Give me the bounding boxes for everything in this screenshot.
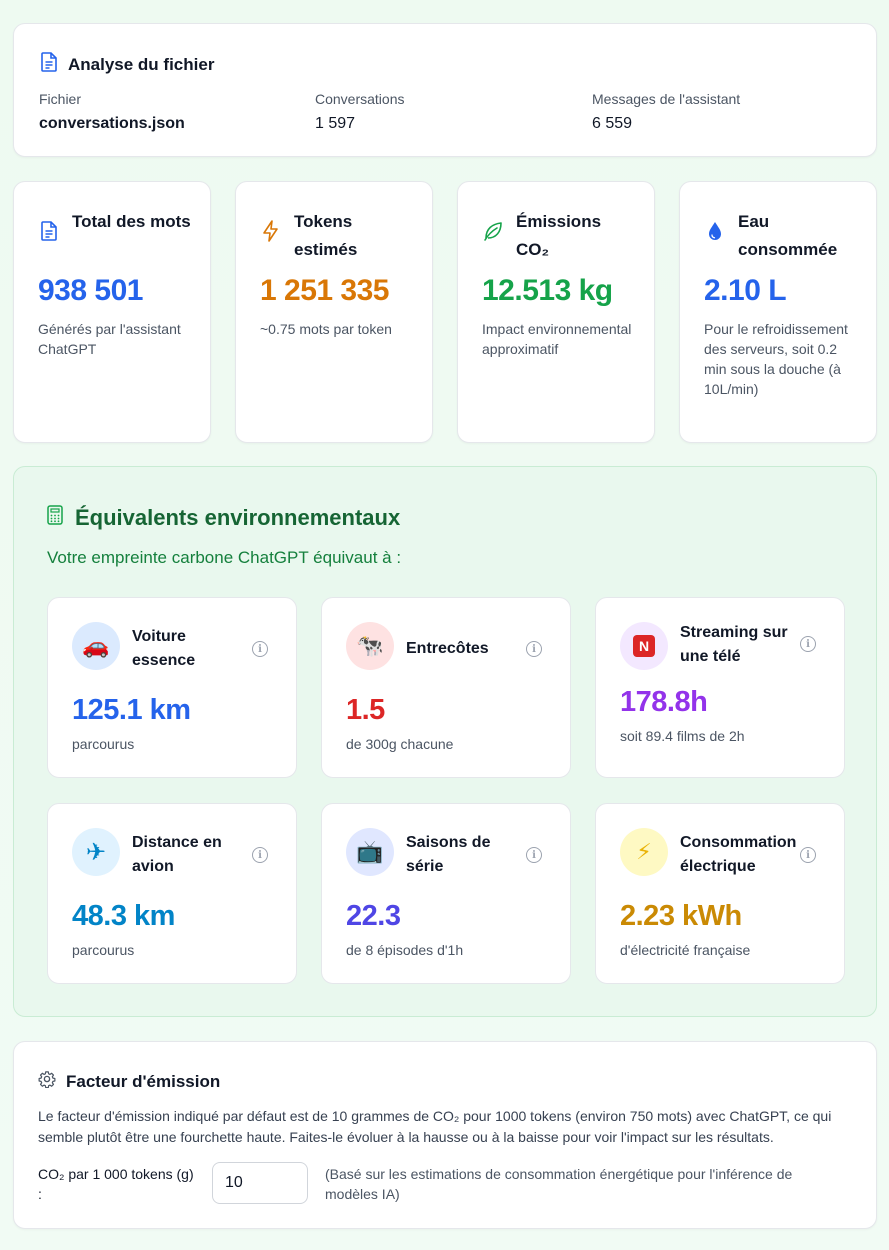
stat-desc: ~0.75 mots par token <box>260 321 392 337</box>
equivalent-label: Distance en avion <box>132 834 222 875</box>
conversations-meta: Conversations 1 597 <box>315 91 405 133</box>
stat-title: Émissions CO₂ <box>516 212 602 259</box>
stat-value: 2.10 L <box>704 274 787 307</box>
equivalent-card-series: 📺 Saisons de série i 22.3 de 8 épisodes … <box>321 803 571 984</box>
cow-icon: 🐄 <box>346 622 394 670</box>
lightning-icon: ⚡ <box>620 828 668 876</box>
messages-value: 6 559 <box>592 115 633 132</box>
equivalents-header: Équivalents environnementaux <box>47 505 400 531</box>
stat-card-water: Eau consommée 2.10 L Pour le refroidisse… <box>679 181 877 443</box>
lightning-icon <box>260 220 282 242</box>
stat-header: Eau consommée <box>704 208 858 264</box>
car-icon: 🚗 <box>72 622 120 670</box>
stat-desc: Impact environnemental approximatif <box>482 321 632 357</box>
water-drop-icon <box>704 220 726 242</box>
stat-value: 1 251 335 <box>260 274 389 307</box>
equivalent-card-car: 🚗 Voiture essence i 125.1 km parcourus <box>47 597 297 778</box>
emission-factor-description: Le facteur d'émission indiqué par défaut… <box>38 1108 832 1145</box>
info-icon[interactable]: i <box>800 636 816 652</box>
conversations-label: Conversations <box>315 91 405 107</box>
messages-label: Messages de l'assistant <box>592 91 741 107</box>
file-label: Fichier <box>39 91 82 107</box>
stat-header: Tokens estimés <box>260 208 414 264</box>
info-icon[interactable]: i <box>800 847 816 863</box>
equivalent-card-steak: 🐄 Entrecôtes i 1.5 de 300g chacune <box>321 597 571 778</box>
equivalent-value: 125.1 km <box>72 694 191 726</box>
stat-value: 938 501 <box>38 274 143 307</box>
emission-factor-title: Facteur d'émission <box>66 1071 221 1091</box>
info-icon[interactable]: i <box>526 847 542 863</box>
stat-header: Émissions CO₂ <box>482 208 636 264</box>
messages-meta: Messages de l'assistant 6 559 <box>592 91 740 133</box>
stat-title: Eau consommée <box>738 212 838 259</box>
file-analysis-card: Analyse du fichier Fichier conversations… <box>13 23 877 157</box>
emission-factor-note: (Basé sur les estimations de consommatio… <box>325 1166 793 1202</box>
stat-value: 12.513 kg <box>482 274 613 307</box>
equivalent-label: Voiture essence <box>132 628 196 669</box>
equivalent-label: Streaming sur une télé <box>680 624 788 665</box>
equivalent-value: 48.3 km <box>72 900 175 932</box>
file-meta: Fichier conversations.json <box>39 91 185 133</box>
stat-title: Total des mots <box>72 212 191 231</box>
info-icon[interactable]: i <box>252 847 268 863</box>
equivalent-label: Consommation électrique <box>680 834 797 875</box>
equivalents-panel: Équivalents environnementaux Votre empre… <box>13 466 877 1017</box>
calculator-icon <box>47 505 63 531</box>
emission-factor-card: Facteur d'émission Le facteur d'émission… <box>13 1041 877 1229</box>
conversations-value: 1 597 <box>315 115 356 132</box>
equivalent-desc: de 300g chacune <box>346 736 454 752</box>
stat-card-emissions: Émissions CO₂ 12.513 kg Impact environne… <box>457 181 655 443</box>
info-icon[interactable]: i <box>252 641 268 657</box>
equivalent-value: 178.8h <box>620 686 708 718</box>
file-analysis-title: Analyse du fichier <box>68 54 215 74</box>
stat-header: Total des mots <box>38 208 192 242</box>
equivalent-desc: d'électricité française <box>620 942 751 958</box>
info-icon[interactable]: i <box>526 641 542 657</box>
stat-desc: Générés par l'assistant ChatGPT <box>38 321 181 357</box>
gear-icon <box>38 1070 56 1093</box>
equivalent-card-streaming: N Streaming sur une télé i 178.8h soit 8… <box>595 597 845 778</box>
equivalent-value: 22.3 <box>346 900 401 932</box>
equivalent-card-electricity: ⚡ Consommation électrique i 2.23 kWh d'é… <box>595 803 845 984</box>
equivalent-label: Entrecôtes <box>406 640 489 657</box>
co2-per-tokens-label: CO₂ par 1 000 tokens (g) : <box>38 1166 194 1202</box>
stat-card-words: Total des mots 938 501 Générés par l'ass… <box>13 181 211 443</box>
airplane-icon: ✈ <box>72 828 120 876</box>
television-icon: 📺 <box>346 828 394 876</box>
equivalent-label: Saisons de série <box>406 834 491 875</box>
equivalent-value: 2.23 kWh <box>620 900 742 932</box>
equivalents-title: Équivalents environnementaux <box>75 505 401 530</box>
equivalents-subtitle: Votre empreinte carbone ChatGPT équivaut… <box>47 548 402 567</box>
file-analysis-header: Analyse du fichier <box>40 52 214 77</box>
equivalent-card-plane: ✈ Distance en avion i 48.3 km parcourus <box>47 803 297 984</box>
equivalent-value: 1.5 <box>346 694 385 726</box>
equivalent-desc: parcourus <box>72 942 135 958</box>
emission-factor-header: Facteur d'émission <box>38 1070 220 1093</box>
file-value: conversations.json <box>39 115 185 132</box>
netflix-icon: N <box>620 622 668 670</box>
leaf-icon <box>482 220 504 242</box>
document-icon <box>38 220 60 242</box>
equivalent-desc: soit 89.4 films de 2h <box>620 728 745 744</box>
document-icon <box>40 52 58 77</box>
equivalent-desc: parcourus <box>72 736 135 752</box>
stat-desc: Pour le refroidissement des serveurs, so… <box>704 321 848 397</box>
netflix-glyph: N <box>633 635 655 657</box>
co2-per-tokens-input[interactable] <box>212 1162 308 1204</box>
equivalent-desc: de 8 épisodes d'1h <box>346 942 464 958</box>
stat-title: Tokens estimés <box>294 212 358 259</box>
stat-card-tokens: Tokens estimés 1 251 335 ~0.75 mots par … <box>235 181 433 443</box>
